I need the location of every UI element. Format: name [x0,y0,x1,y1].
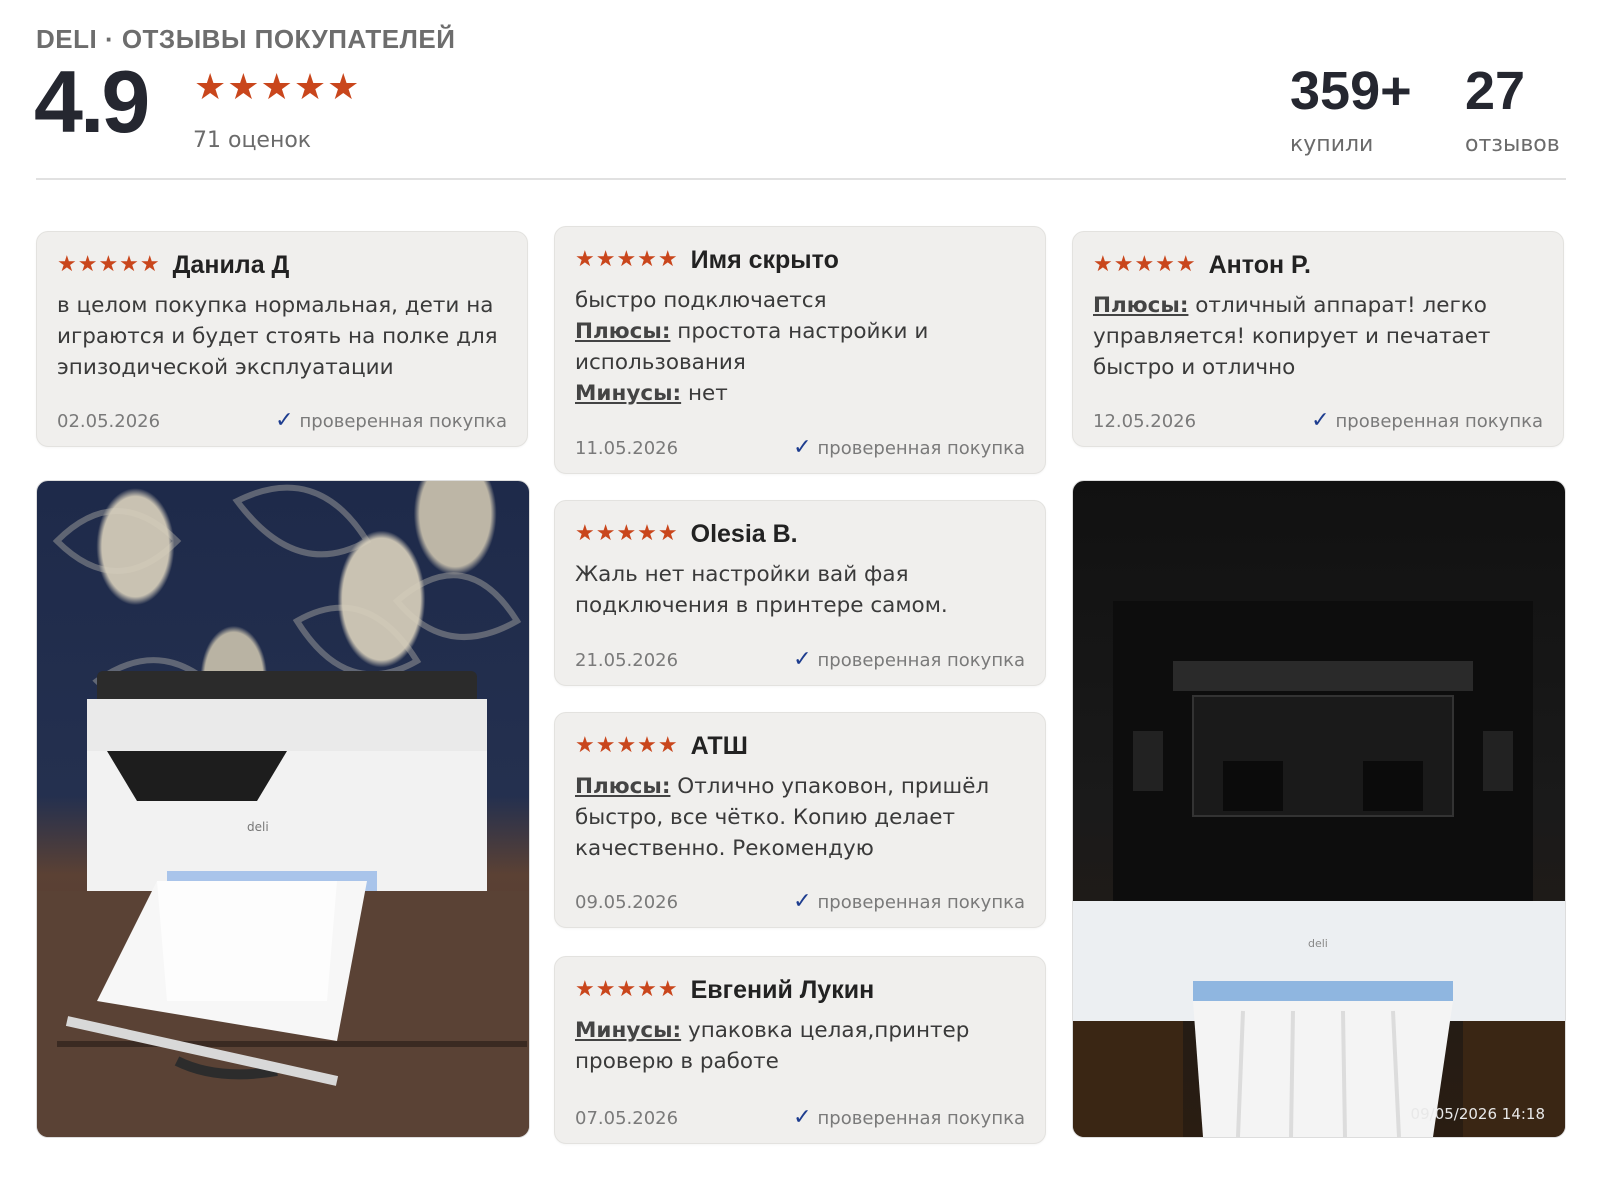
review-comment: в целом покупка нормальная, дети на игра… [57,293,498,380]
review-text: Жаль нет настройки вай фая подключения в… [575,559,1025,621]
pros-label: Плюсы: [575,774,671,799]
review-header: ★★★★★ Антон Р. [1093,250,1543,280]
reviewer-name: Евгений Лукин [690,975,875,1004]
review-date: 02.05.2026 [57,410,161,432]
review-text: быстро подключается Плюсы: простота наст… [575,285,1025,409]
verified-badge: ✓ проверенная покупка [793,891,1025,913]
review-footer: 02.05.2026 ✓ проверенная покупка [57,410,507,432]
stars-icon: ★★★★★ [575,733,679,758]
reviewer-name: Имя скрыто [690,245,839,274]
review-card-hidden-name[interactable]: ★★★★★ Имя скрыто быстро подключается Плю… [554,226,1046,474]
brand-title: DELI · ОТЗЫВЫ ПОКУПАТЕЛЕЙ [36,24,456,54]
printer-brand-text: deli [247,820,269,834]
review-photo-right[interactable]: deli 09/05/2026 14:18 [1072,480,1566,1138]
check-icon: ✓ [793,647,812,672]
review-header: ★★★★★ Данила Д [57,250,507,280]
check-icon: ✓ [275,408,294,433]
verified-badge: ✓ проверенная покупка [793,1107,1025,1129]
rating-count: 71 оценок [193,128,312,153]
review-text: в целом покупка нормальная, дети на игра… [57,290,507,383]
verified-label: проверенная покупка [817,649,1025,671]
review-footer: 12.05.2026 ✓ проверенная покупка [1093,410,1543,432]
review-card-anton[interactable]: ★★★★★ Антон Р. Плюсы: отличный аппарат! … [1072,231,1564,447]
review-comment: быстро подключается [575,288,827,313]
stars-icon: ★★★★★ [575,977,679,1002]
stat-reviews-label: отзывов [1465,132,1560,157]
verified-badge: ✓ проверенная покупка [275,410,507,432]
open-printer-photo-illustration: deli [1073,601,1565,1137]
stars-icon: ★★★★★ [57,252,161,277]
review-header: ★★★★★ АТШ [575,731,1025,761]
cons-label: Минусы: [575,381,682,406]
check-icon: ✓ [793,889,812,914]
review-card-evgeniy[interactable]: ★★★★★ Евгений Лукин Минусы: упаковка цел… [554,956,1046,1144]
stat-bought-number: 359+ [1290,61,1412,121]
printer-photo-illustration: deli [37,484,529,1137]
review-text: Плюсы: Отлично упаковон, пришёл быстро, … [575,771,1025,864]
pros-label: Плюсы: [575,319,671,344]
stat-reviews-number: 27 [1465,61,1526,121]
header-divider [36,178,1566,180]
review-footer: 11.05.2026 ✓ проверенная покупка [575,437,1025,459]
reviewer-name: АТШ [690,731,748,760]
stat-reviews: 27 отзывов [1465,64,1560,157]
review-cons: Минусы: нет [575,378,1025,409]
review-date: 21.05.2026 [575,649,679,671]
reviewer-name: Данила Д [172,250,290,279]
review-footer: 07.05.2026 ✓ проверенная покупка [575,1107,1025,1129]
review-date: 12.05.2026 [1093,410,1197,432]
average-rating: 4.9 [34,52,150,151]
review-header: ★★★★★ Имя скрыто [575,245,1025,275]
check-icon: ✓ [793,435,812,460]
verified-label: проверенная покупка [817,891,1025,913]
verified-badge: ✓ проверенная покупка [793,649,1025,671]
review-text: Плюсы: отличный аппарат! легко управляет… [1093,290,1543,383]
review-header: ★★★★★ Евгений Лукин [575,975,1025,1005]
reviewer-name: Olesia B. [690,519,798,548]
review-date: 09.05.2026 [575,891,679,913]
pros-label: Плюсы: [1093,293,1189,318]
review-photo-left[interactable]: deli [36,480,530,1138]
stat-bought-label: купили [1290,132,1374,157]
review-date: 07.05.2026 [575,1107,679,1129]
review-pros: Плюсы: простота настройки и использовани… [575,316,1025,378]
check-icon: ✓ [793,1105,812,1130]
review-text: Минусы: упаковка целая,принтер проверю в… [575,1015,1025,1077]
stat-bought: 359+ купили [1290,64,1412,157]
review-card-olesia[interactable]: ★★★★★ Olesia B. Жаль нет настройки вай ф… [554,500,1046,686]
cons-label: Минусы: [575,1018,682,1043]
review-card-danila[interactable]: ★★★★★ Данила Д в целом покупка нормальна… [36,231,528,447]
verified-badge: ✓ проверенная покупка [793,437,1025,459]
review-card-atsh[interactable]: ★★★★★ АТШ Плюсы: Отлично упаковон, пришё… [554,712,1046,928]
stars-icon: ★★★★★ [575,247,679,272]
verified-label: проверенная покупка [299,410,507,432]
cons-text: нет [687,381,728,406]
review-header: ★★★★★ Olesia B. [575,519,1025,549]
review-comment: Жаль нет настройки вай фая подключения в… [575,562,948,618]
stars-icon: ★★★★★ [575,521,679,546]
check-icon: ✓ [1311,408,1330,433]
verified-label: проверенная покупка [817,1107,1025,1129]
verified-label: проверенная покупка [1335,410,1543,432]
review-footer: 09.05.2026 ✓ проверенная покупка [575,891,1025,913]
verified-label: проверенная покупка [817,437,1025,459]
stars-icon: ★★★★★ [1093,252,1197,277]
printer-brand-text: deli [1308,937,1328,950]
photo-timestamp: 09/05/2026 14:18 [1410,1105,1545,1123]
review-footer: 21.05.2026 ✓ проверенная покупка [575,649,1025,671]
average-stars-icon: ★★★★★ [194,67,361,108]
review-date: 11.05.2026 [575,437,679,459]
verified-badge: ✓ проверенная покупка [1311,410,1543,432]
reviewer-name: Антон Р. [1208,250,1311,279]
